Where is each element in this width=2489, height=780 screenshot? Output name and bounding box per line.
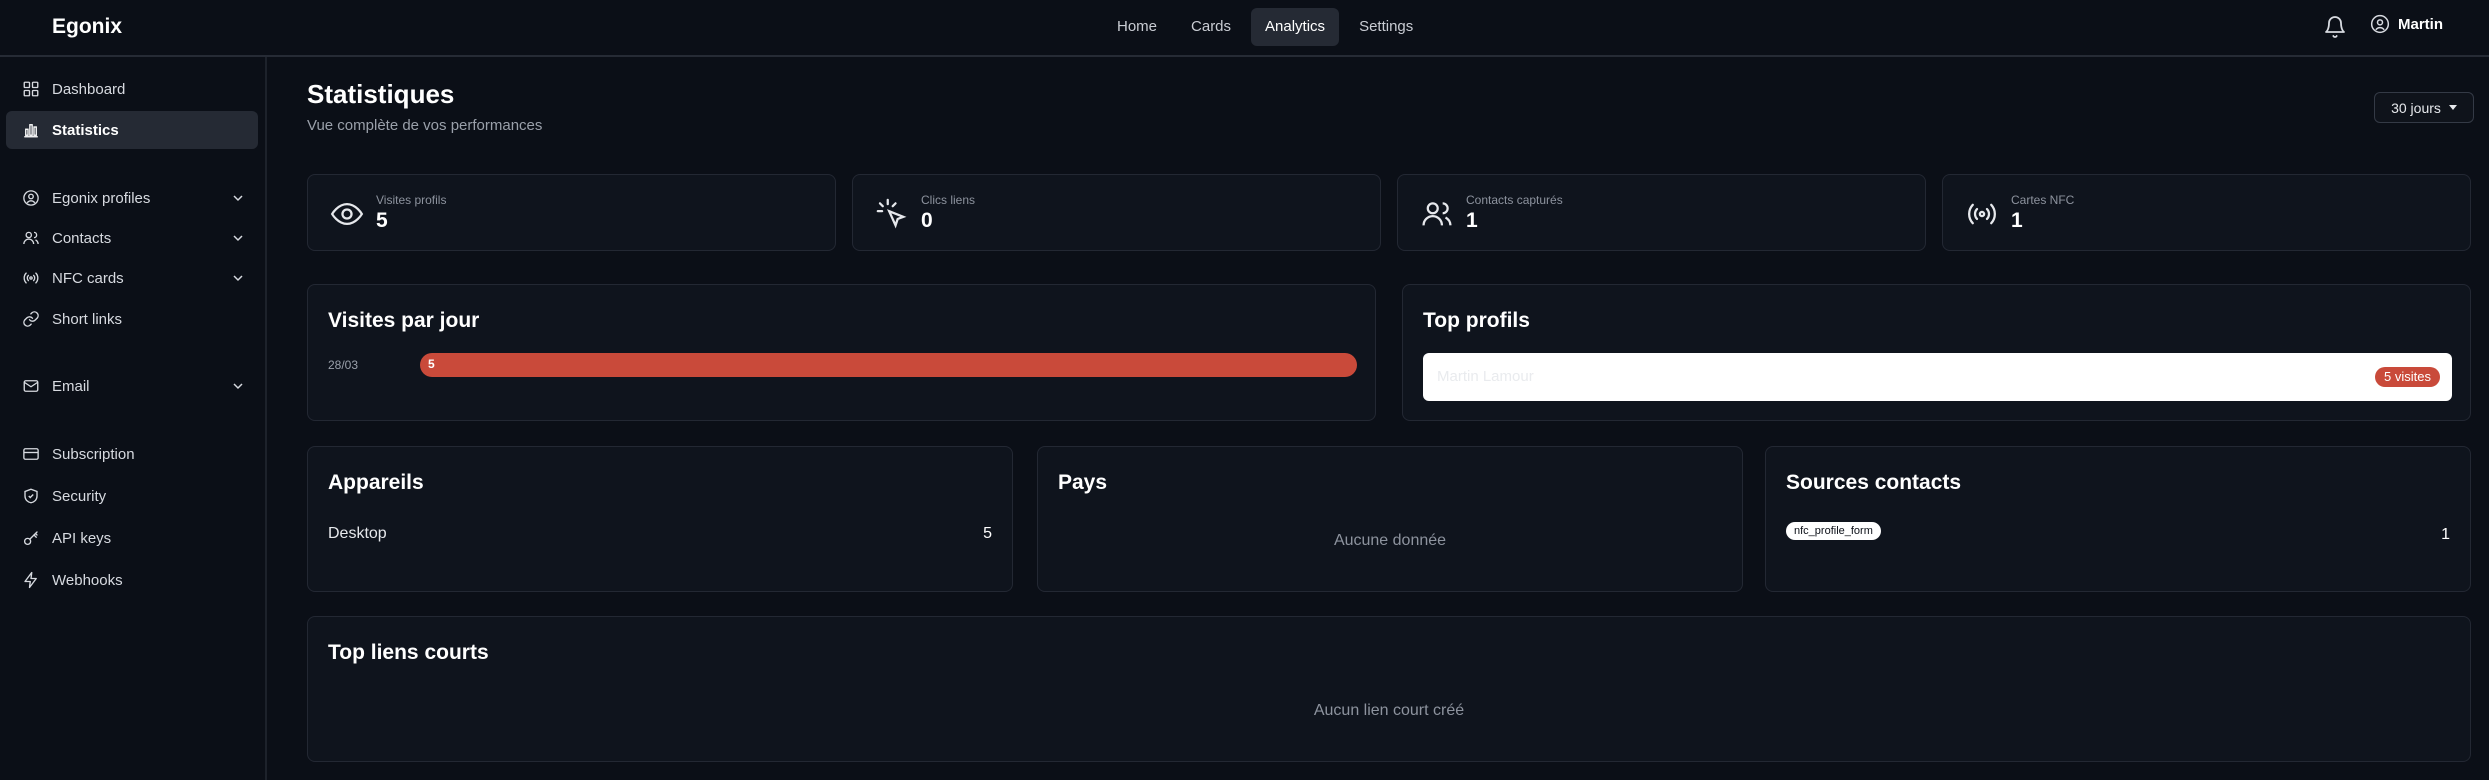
stat-label: Contacts capturés: [1466, 193, 1563, 207]
nav-home[interactable]: Home: [1103, 8, 1171, 46]
sidebar-item-label: Dashboard: [52, 80, 126, 98]
top-bar: Egonix Home Cards Analytics Settings Mar…: [0, 0, 2489, 57]
sidebar-item-label: Egonix profiles: [52, 189, 151, 207]
stat-value: 0: [921, 209, 933, 232]
countries-card: Pays Aucune donnée: [1037, 446, 1743, 592]
nfc-icon: [23, 272, 39, 284]
sidebar-item-security[interactable]: Security: [6, 477, 258, 515]
visits-badge: 5 visites: [2375, 367, 2440, 387]
chevron-down-icon[interactable]: [230, 378, 246, 394]
bar-chart-icon: [24, 124, 38, 138]
stat-card-profile-visits: Visites profils 5: [307, 174, 836, 251]
page-title: Statistiques: [307, 79, 455, 109]
sidebar-item-statistics[interactable]: Statistics: [6, 111, 258, 149]
contact-sources-card: Sources contacts nfc_profile_form 1: [1765, 446, 2471, 592]
stat-card-link-clicks: Clics liens 0: [852, 174, 1381, 251]
source-tag: nfc_profile_form: [1786, 522, 1881, 540]
user-menu[interactable]: Martin: [2370, 14, 2443, 34]
empty-state-text: Aucun lien court créé: [1313, 702, 1465, 719]
sidebar-item-label: Contacts: [52, 229, 112, 247]
period-select[interactable]: 30 jours: [2374, 92, 2474, 123]
sidebar-item-label: Webhooks: [52, 571, 123, 589]
bar-date-label: 28/03: [328, 358, 359, 372]
visits-bar: 5: [420, 353, 1357, 377]
nav-analytics[interactable]: Analytics: [1251, 8, 1340, 46]
sidebar-item-short-links[interactable]: Short links: [6, 300, 258, 338]
sidebar-item-label: NFC cards: [52, 269, 124, 287]
source-count: 1: [2441, 526, 2450, 543]
cursor-click-icon: [876, 198, 907, 229]
top-profile-row[interactable]: Martin Lamour 5 visites: [1423, 353, 2452, 401]
card-title: Top liens courts: [328, 641, 489, 664]
nav-settings[interactable]: Settings: [1345, 8, 1427, 46]
users-icon: [1422, 202, 1452, 226]
eye-icon: [330, 202, 364, 226]
shield-icon: [24, 488, 38, 504]
sidebar-item-label: Security: [52, 487, 107, 505]
top-profiles-card: Top profils Martin Lamour 5 visites: [1402, 284, 2471, 421]
main-content: Statistiques Vue complète de vos perform…: [268, 57, 2489, 780]
chevron-down-icon[interactable]: [230, 230, 246, 246]
nav-cards[interactable]: Cards: [1177, 8, 1245, 46]
bolt-icon: [24, 571, 37, 589]
sidebar-item-label: Subscription: [52, 445, 135, 463]
sidebar-item-label: Email: [52, 377, 90, 395]
bell-icon[interactable]: [2323, 15, 2347, 39]
brand-logo[interactable]: Egonix: [52, 15, 122, 39]
bar-value-label: 5: [428, 357, 435, 371]
stat-value: 1: [2011, 209, 2023, 232]
chevron-down-icon[interactable]: [230, 190, 246, 206]
card-title: Sources contacts: [1786, 471, 1962, 494]
sidebar-item-contacts[interactable]: Contacts: [6, 219, 258, 257]
empty-state-text: Aucune donnée: [1333, 532, 1447, 549]
key-icon: [23, 531, 38, 546]
sidebar-item-api-keys[interactable]: API keys: [6, 519, 258, 557]
grid-icon: [23, 81, 39, 97]
card-title: Appareils: [328, 471, 424, 494]
stat-label: Clics liens: [921, 193, 976, 207]
sidebar-item-label: Short links: [52, 310, 123, 328]
sidebar-item-subscription[interactable]: Subscription: [6, 435, 258, 473]
chevron-down-icon[interactable]: [230, 270, 246, 286]
nfc-icon: [1968, 203, 1996, 225]
period-value: 30 jours: [2391, 99, 2441, 116]
user-name: Martin: [2398, 15, 2443, 33]
link-icon: [23, 311, 39, 327]
users-icon: [23, 231, 39, 245]
stat-label: Cartes NFC: [2011, 193, 2075, 207]
sidebar-item-dashboard[interactable]: Dashboard: [6, 70, 258, 108]
device-count: 5: [983, 525, 992, 542]
device-label: Desktop: [328, 525, 387, 542]
sidebar: Dashboard Statistics Egonix profiles Con…: [0, 57, 267, 780]
mail-icon: [23, 380, 39, 392]
credit-card-icon: [23, 448, 39, 460]
sidebar-item-label: Statistics: [52, 121, 119, 139]
card-title: Visites par jour: [328, 309, 480, 332]
top-nav: Home Cards Analytics Settings: [1103, 8, 1427, 46]
user-circle-icon: [23, 190, 39, 206]
stat-value: 1: [1466, 209, 1478, 232]
devices-card: Appareils Desktop 5: [307, 446, 1013, 592]
card-title: Top profils: [1423, 309, 1530, 332]
visits-per-day-card: Visites par jour 28/03 5: [307, 284, 1376, 421]
profile-name: Martin Lamour: [1437, 368, 1534, 385]
stat-card-nfc-cards: Cartes NFC 1: [1942, 174, 2471, 251]
sidebar-item-webhooks[interactable]: Webhooks: [6, 561, 258, 599]
sidebar-item-egonix-profiles[interactable]: Egonix profiles: [6, 179, 258, 217]
user-circle-icon: [2370, 14, 2390, 34]
caret-down-icon: [2448, 104, 2457, 110]
sidebar-item-email[interactable]: Email: [6, 367, 258, 405]
card-title: Pays: [1058, 471, 1108, 494]
stat-label: Visites profils: [376, 193, 447, 207]
stat-card-contacts-captured: Contacts capturés 1: [1397, 174, 1926, 251]
page-subtitle: Vue complète de vos performances: [307, 117, 543, 134]
sidebar-item-nfc-cards[interactable]: NFC cards: [6, 259, 258, 297]
top-short-links-card: Top liens courts Aucun lien court créé: [307, 616, 2471, 762]
sidebar-item-label: API keys: [52, 529, 112, 547]
stat-value: 5: [376, 209, 388, 232]
